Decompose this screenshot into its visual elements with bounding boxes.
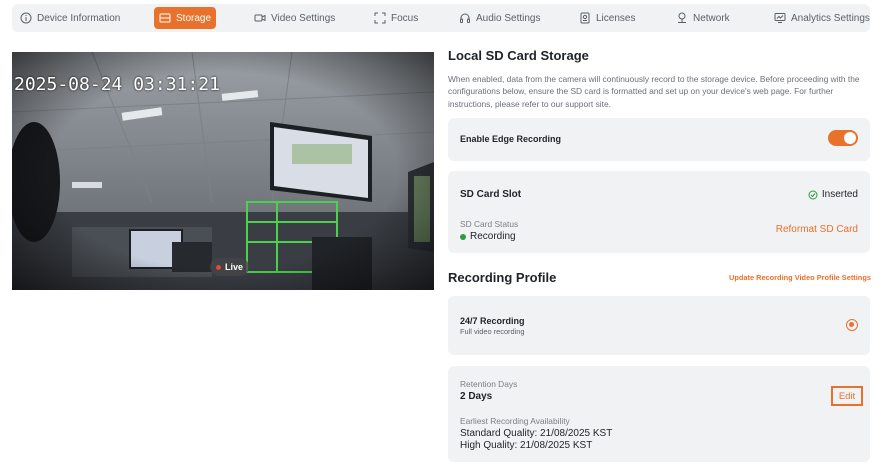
tab-label: Device Information	[37, 12, 121, 24]
analytics-icon	[774, 12, 786, 24]
tab-label: Video Settings	[271, 12, 336, 24]
reformat-sd-card-link[interactable]: Reformat SD Card	[776, 224, 858, 235]
check-circle-icon	[808, 190, 818, 200]
tab-label: Licenses	[596, 12, 636, 24]
earliest-recording-label: Earliest Recording Availability	[460, 416, 570, 426]
sd-card-slot-label: SD Card Slot	[460, 189, 522, 200]
tab-focus[interactable]: Focus	[374, 7, 418, 29]
status-dot-icon	[460, 233, 466, 240]
tab-label: Network	[693, 12, 730, 24]
live-video-feed[interactable]: 2025-08-24 03:31:21 Live	[12, 52, 434, 290]
edge-recording-card: Enable Edge Recording	[448, 118, 870, 161]
recording-profile-title: Recording Profile	[448, 270, 557, 285]
edge-recording-toggle[interactable]	[828, 130, 858, 146]
tab-audio-settings[interactable]: Audio Settings	[459, 7, 541, 29]
retention-days-label: Retention Days	[460, 379, 518, 389]
recording-option-radio[interactable]	[846, 319, 858, 331]
tab-analytics-settings[interactable]: Analytics Settings	[774, 7, 870, 29]
update-recording-profile-link[interactable]: Update Recording Video Profile Settings	[729, 273, 871, 282]
network-icon	[676, 12, 688, 24]
status-value-text: Recording	[470, 231, 516, 242]
sd-card-status-value: Recording	[460, 231, 516, 242]
sd-card-slot-status: Inserted	[808, 189, 858, 200]
tab-label: Focus	[391, 12, 419, 24]
sd-card-card: SD Card Slot Inserted SD Card Status Rec…	[448, 171, 870, 253]
sd-card-status-label: SD Card Status	[460, 219, 519, 229]
tab-storage[interactable]: Storage	[154, 7, 217, 29]
storage-description: When enabled, data from the camera will …	[448, 74, 860, 109]
tab-licenses[interactable]: Licenses	[579, 7, 635, 29]
settings-tab-bar: Device Information Storage Video Setting…	[12, 4, 870, 32]
tab-video-settings[interactable]: Video Settings	[254, 7, 335, 29]
retention-card: Retention Days 2 Days Edit Earliest Reco…	[448, 366, 870, 462]
tab-label: Storage	[176, 12, 212, 24]
slot-status-text: Inserted	[821, 189, 858, 200]
live-badge: Live	[210, 258, 250, 276]
video-timestamp: 2025-08-24 03:31:21	[14, 74, 220, 95]
focus-icon	[374, 12, 386, 24]
standard-quality-date: Standard Quality: 21/08/2025 KST	[460, 428, 613, 439]
edge-recording-label: Enable Edge Recording	[460, 134, 562, 144]
recording-option-subtitle: Full video recording	[460, 327, 525, 336]
radio-selected-dot	[849, 322, 854, 327]
edit-retention-button[interactable]: Edit	[831, 386, 863, 406]
live-dot-icon	[216, 264, 221, 270]
recording-option-card[interactable]: 24/7 Recording Full video recording	[448, 296, 870, 355]
headphones-icon	[459, 12, 471, 24]
tab-label: Analytics Settings	[791, 12, 870, 24]
tab-network[interactable]: Network	[676, 7, 730, 29]
storage-icon	[159, 12, 171, 24]
tab-label: Audio Settings	[476, 12, 541, 24]
storage-section-title: Local SD Card Storage	[448, 48, 589, 63]
license-icon	[579, 12, 591, 24]
recording-option-title: 24/7 Recording	[460, 316, 525, 326]
info-icon	[20, 12, 32, 24]
video-camera-icon	[254, 12, 266, 24]
live-label: Live	[225, 262, 244, 272]
retention-days-value: 2 Days	[460, 391, 493, 402]
tab-device-information[interactable]: Device Information	[20, 7, 120, 29]
high-quality-date: High Quality: 21/08/2025 KST	[460, 440, 593, 451]
toggle-knob	[844, 132, 856, 144]
